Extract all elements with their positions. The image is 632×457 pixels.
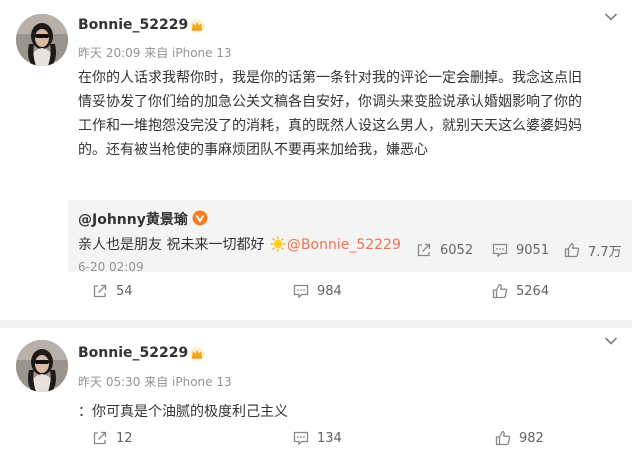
comment-icon xyxy=(293,284,309,299)
avatar[interactable] xyxy=(16,340,68,392)
comment-count: 134 xyxy=(317,430,342,446)
username-text: Bonnie_52229 xyxy=(78,345,189,361)
quoted-comment-count: 9051 xyxy=(516,242,550,258)
sun-emoji-icon xyxy=(270,236,286,252)
comment-icon xyxy=(492,243,508,258)
post-body: 在你的人话求我帮你时，我是你的话第一条针对我的评论一定会删掉。我念这点旧 情妥协… xyxy=(78,66,618,162)
comment-button[interactable]: 984 xyxy=(293,283,342,299)
quoted-text: 亲人也是朋友 祝未来一切都好 @Bonnie_52229 xyxy=(78,234,401,254)
action-bar: 54 984 5264 xyxy=(0,283,632,303)
post-meta: 昨天 20:09 来自 iPhone 13 xyxy=(78,46,232,60)
like-count: 5264 xyxy=(516,283,550,299)
avatar[interactable] xyxy=(16,14,68,66)
chevron-down-icon[interactable] xyxy=(604,12,618,22)
share-count: 12 xyxy=(116,430,133,446)
like-icon xyxy=(495,430,511,446)
mention-link[interactable]: @Bonnie_52229 xyxy=(287,237,401,253)
crown-vip-icon[interactable] xyxy=(189,346,205,362)
action-bar: 12 134 982 xyxy=(0,430,632,450)
share-icon xyxy=(93,431,107,445)
quoted-post[interactable]: @Johnny黄景瑜 亲人也是朋友 祝未来一切都好 @Bonnie_52229 … xyxy=(68,200,632,274)
post-divider xyxy=(0,320,632,328)
like-button[interactable]: 982 xyxy=(495,430,544,446)
post-body-line: 工作和一堆抱怨没完没了的消耗，真的既然人设这么男人，就别天天这么婆婆妈妈 xyxy=(78,118,582,134)
post-body: ：你可真是个油腻的极度利己主义 xyxy=(78,400,618,424)
post-body-line: 在你的人话求我帮你时，我是你的话第一条针对我的评论一定会删掉。我念这点旧 xyxy=(78,70,582,86)
crown-vip-icon[interactable] xyxy=(189,18,205,34)
comment-button[interactable]: 134 xyxy=(293,430,342,446)
quoted-text-main: 亲人也是朋友 祝未来一切都好 xyxy=(78,237,265,253)
quoted-like-button[interactable]: 7.7万 xyxy=(564,240,622,260)
verified-badge-icon xyxy=(192,210,208,226)
quoted-like-count: 7.7万 xyxy=(588,244,622,260)
post-body-line: 情妥协发了你们给的加急公关文稿各自安好，你调头来变脸说承认婚姻影响了你的 xyxy=(78,94,582,110)
share-icon xyxy=(417,243,431,257)
quoted-username[interactable]: @Johnny黄景瑜 xyxy=(78,209,188,229)
like-icon xyxy=(564,242,580,258)
like-icon xyxy=(492,283,508,299)
quoted-share-count: 6052 xyxy=(440,242,474,258)
share-button[interactable]: 54 xyxy=(92,283,133,299)
weibo-post: Bonnie_52229 昨天 20:09 来自 iPhone 13 在你的人话… xyxy=(0,0,632,320)
share-count: 54 xyxy=(116,283,133,299)
comment-icon xyxy=(293,431,309,446)
avatar-photo xyxy=(16,340,68,392)
like-count: 982 xyxy=(519,430,544,446)
share-icon xyxy=(93,284,107,298)
username[interactable]: Bonnie_52229 xyxy=(78,17,188,33)
post-body-line: 的。还有被当枪使的事麻烦团队不要再来加给我，嫌恶心 xyxy=(78,142,428,158)
post-meta: 昨天 05:30 来自 iPhone 13 xyxy=(78,375,232,389)
like-button[interactable]: 5264 xyxy=(492,283,549,299)
quoted-share-button[interactable]: 6052 xyxy=(416,240,473,260)
share-button[interactable]: 12 xyxy=(92,430,133,446)
avatar-photo xyxy=(16,14,68,66)
username[interactable]: Bonnie_52229 xyxy=(78,345,188,361)
weibo-post: Bonnie_52229 昨天 05:30 来自 iPhone 13 ：你可真是… xyxy=(0,328,632,457)
comment-count: 984 xyxy=(317,283,342,299)
chevron-down-icon[interactable] xyxy=(604,336,618,346)
quoted-comment-button[interactable]: 9051 xyxy=(492,240,549,260)
username-text: Bonnie_52229 xyxy=(78,17,189,33)
quoted-date: 6-20 02:09 xyxy=(78,260,144,274)
post-body-line: ：你可真是个油腻的极度利己主义 xyxy=(78,404,288,420)
